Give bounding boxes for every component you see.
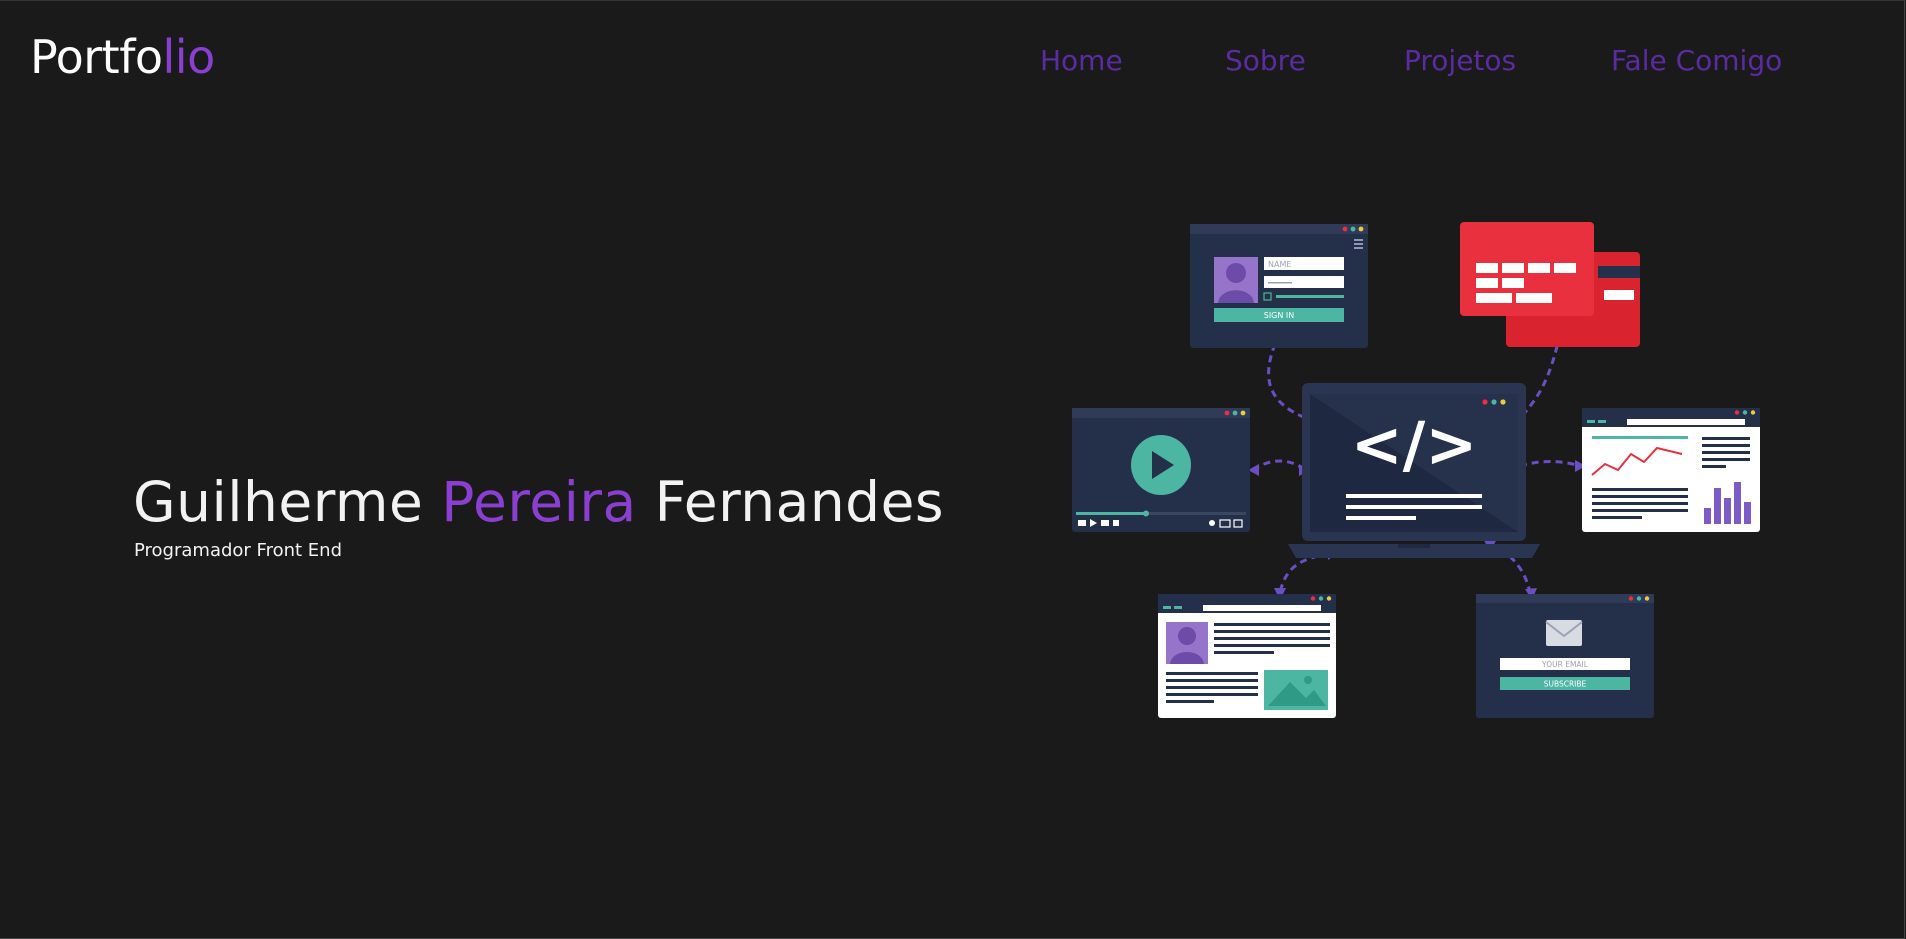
nav-sobre[interactable]: Sobre bbox=[1225, 44, 1306, 77]
nav-projetos[interactable]: Projetos bbox=[1404, 44, 1516, 77]
envelope-icon bbox=[1546, 620, 1582, 646]
logo[interactable]: Portfolio bbox=[30, 30, 215, 84]
login-signin-button: SIGN IN bbox=[1264, 311, 1295, 320]
logo-accent-text: lio bbox=[162, 30, 216, 84]
email-placeholder: YOUR EMAIL bbox=[1541, 660, 1589, 669]
analytics-browser-window bbox=[1582, 408, 1760, 532]
hero-name: Guilherme Pereira Fernandes bbox=[133, 470, 944, 534]
nav-home[interactable]: Home bbox=[1040, 44, 1123, 77]
profile-browser-window bbox=[1158, 594, 1336, 718]
login-name-placeholder: NAME bbox=[1268, 260, 1291, 269]
code-symbol-icon: </> bbox=[1351, 408, 1478, 481]
web-development-illustration: NAME SIGN IN </> YOUR EMAIL SUBSCRIBE bbox=[1072, 222, 1760, 718]
laptop-code-editor: </> bbox=[1288, 383, 1540, 558]
login-window: NAME SIGN IN bbox=[1190, 224, 1368, 348]
newsletter-window: YOUR EMAIL SUBSCRIBE bbox=[1476, 594, 1654, 718]
hero-subtitle: Programador Front End bbox=[134, 540, 342, 561]
subscribe-button: SUBSCRIBE bbox=[1544, 680, 1587, 689]
nav-fale-comigo[interactable]: Fale Comigo bbox=[1611, 44, 1782, 77]
logo-text: Portfo bbox=[30, 30, 163, 84]
hero-name-first: Guilherme bbox=[133, 470, 442, 534]
hero-name-middle: Pereira bbox=[441, 470, 637, 534]
hero-name-last: Fernandes bbox=[636, 470, 945, 534]
credit-card-illustration bbox=[1460, 222, 1640, 347]
video-player-window bbox=[1072, 408, 1250, 532]
top-bar: Portfolio Home Sobre Projetos Fale Comig… bbox=[0, 0, 1906, 120]
